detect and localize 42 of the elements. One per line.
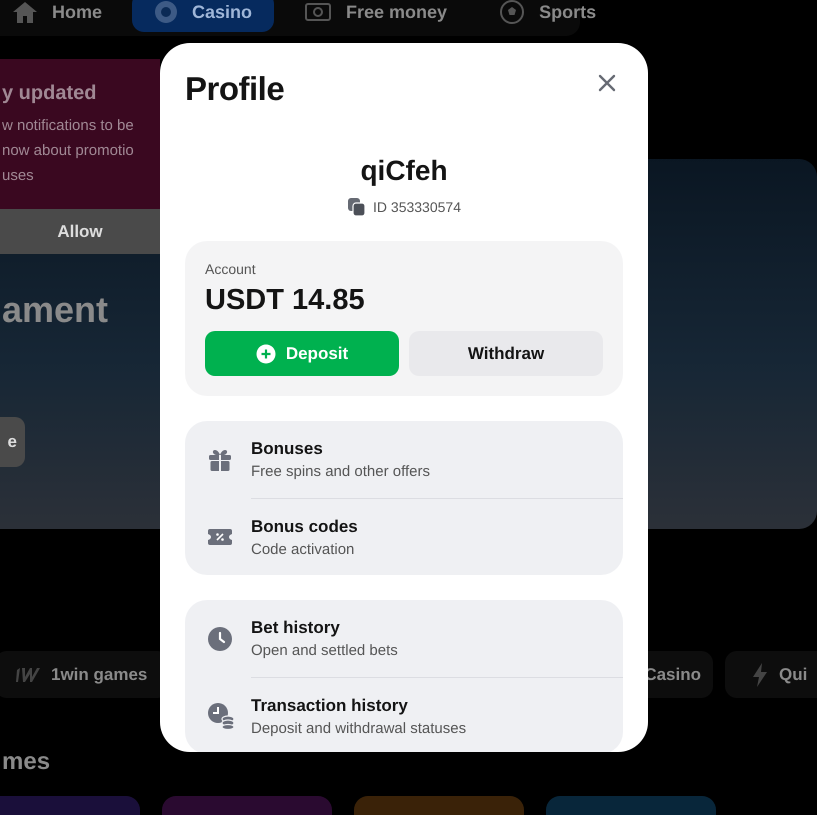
notification-text: uses	[2, 166, 34, 186]
nav-tab[interactable]: Free money	[282, 0, 470, 32]
nav-tab[interactable]: Sports	[477, 0, 618, 32]
withdraw-button[interactable]: Withdraw	[409, 331, 603, 376]
menu-item[interactable]: Bet history Open and settled bets	[185, 600, 623, 677]
promo-button[interactable]: e	[0, 417, 25, 467]
menu-item-title: Transaction history	[251, 696, 409, 716]
dialog-title: Profile	[185, 69, 284, 109]
menu-item-subtitle: Deposit and withdrawal statuses	[251, 720, 468, 736]
home-icon	[12, 0, 38, 24]
promo-title: ament	[2, 289, 108, 331]
notification-text: w notifications to be	[2, 116, 134, 136]
menu-item-subtitle: Open and settled bets	[251, 642, 399, 659]
banknote-icon	[304, 1, 332, 23]
account-balance: USDT 14.85	[205, 283, 366, 317]
nav-tab[interactable]: Home	[0, 0, 124, 32]
menu-item[interactable]: Transaction history Deposit and withdrawal statuses	[185, 677, 623, 752]
category-chip[interactable]: Qui	[725, 651, 817, 698]
nav-tab[interactable]: Casino	[132, 0, 274, 32]
plus-icon	[256, 344, 276, 364]
menu-item-title: Bonuses	[251, 439, 324, 459]
clock-coins-icon	[207, 702, 235, 730]
chip-icon	[154, 0, 178, 24]
notification-title: y updated	[2, 82, 98, 105]
menu-item-subtitle: Code activation	[251, 540, 356, 558]
username: qiCfeh	[359, 155, 449, 187]
ball-icon	[499, 0, 526, 25]
menu-item-title: Bonus codes	[251, 516, 359, 536]
close-icon[interactable]	[597, 73, 617, 93]
menu-item-subtitle: Free spins and other offers	[251, 463, 431, 480]
allow-button[interactable]: Allow	[0, 209, 160, 254]
lightning-icon	[751, 662, 769, 688]
menu-item-title: Bet history	[251, 618, 341, 638]
copy-icon[interactable]	[347, 197, 368, 217]
user-id: ID 353330574	[373, 199, 461, 215]
notification-text: now about promotio	[2, 141, 134, 161]
account-label: Account	[205, 261, 257, 277]
section-title: mes	[2, 748, 50, 776]
clock-icon	[207, 626, 233, 652]
menu-item[interactable]: Bonuses Free spins and other offers	[185, 421, 623, 498]
menu-item[interactable]: Bonus codes Code activation	[185, 498, 623, 575]
logo-icon	[15, 666, 41, 682]
